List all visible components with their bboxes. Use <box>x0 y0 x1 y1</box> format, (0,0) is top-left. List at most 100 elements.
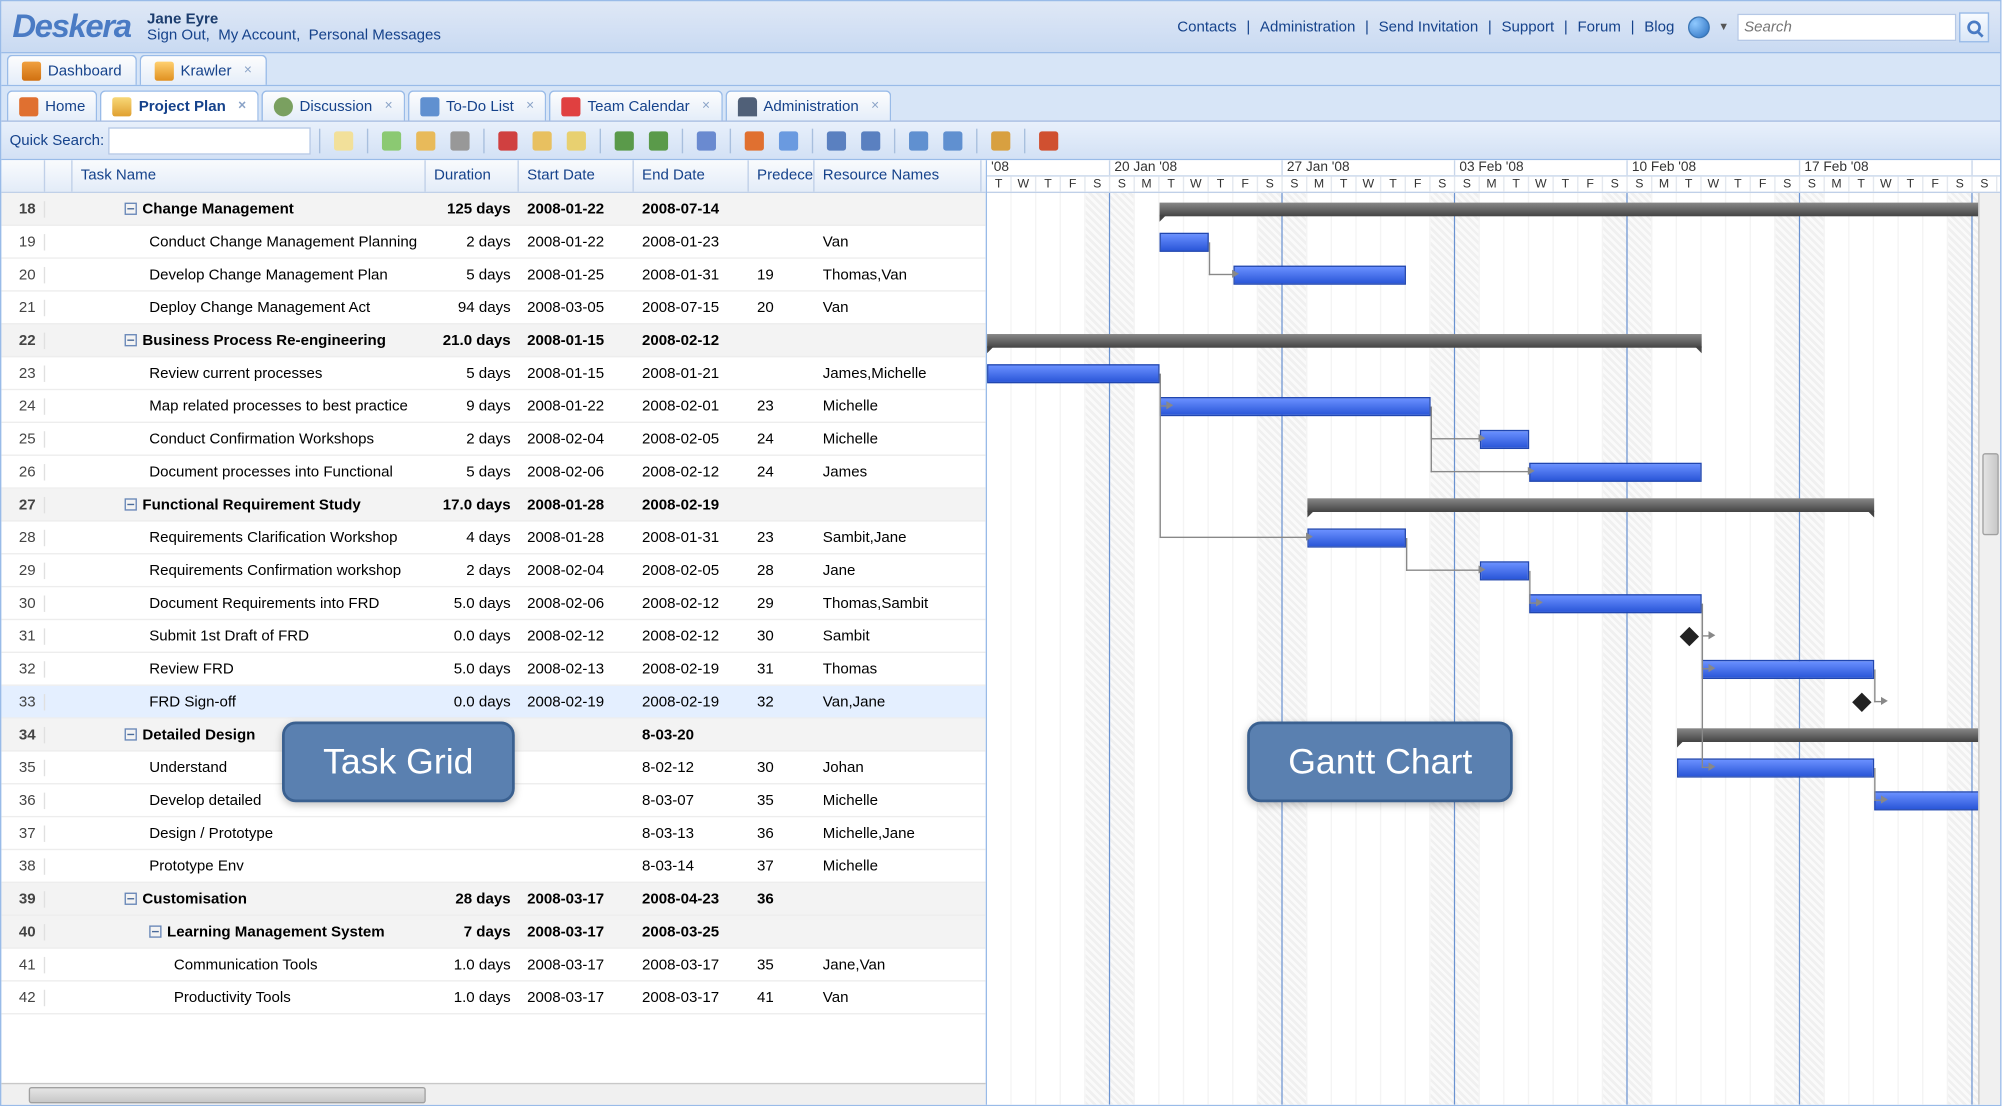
cell-resources[interactable]: Michelle <box>815 858 982 874</box>
close-icon[interactable]: × <box>702 99 710 114</box>
table-row[interactable]: 41Communication Tools1.0 days2008-03-172… <box>1 949 985 982</box>
cell-end-date[interactable]: 2008-03-25 <box>634 923 749 939</box>
cell-task-name[interactable]: Document Requirements into FRD <box>73 595 426 611</box>
cell-task-name[interactable]: FRD Sign-off <box>73 693 426 709</box>
cell-start-date[interactable]: 2008-01-28 <box>519 496 634 512</box>
table-row[interactable]: 27Functional Requirement Study17.0 days2… <box>1 489 985 522</box>
cell-resources[interactable]: Thomas,Sambit <box>815 595 982 611</box>
nav-send-invitation[interactable]: Send Invitation <box>1373 18 1484 34</box>
cell-end-date[interactable]: 8-03-20 <box>634 726 749 742</box>
gantt-task-bar[interactable] <box>1233 266 1405 285</box>
collapse-icon[interactable] <box>125 728 137 740</box>
close-icon[interactable]: × <box>385 99 393 114</box>
close-icon[interactable]: × <box>871 99 879 114</box>
tool-save[interactable] <box>904 125 934 155</box>
cell-resources[interactable]: Sambit <box>815 628 982 644</box>
cell-predecessors[interactable]: 29 <box>749 595 815 611</box>
cell-end-date[interactable]: 2008-03-17 <box>634 989 749 1005</box>
cell-end-date[interactable]: 2008-01-21 <box>634 365 749 381</box>
gantt-v-scrollbar[interactable] <box>1978 193 2000 1105</box>
cell-end-date[interactable]: 2008-02-01 <box>634 398 749 414</box>
cell-duration[interactable]: 94 days <box>426 299 519 315</box>
cell-start-date[interactable]: 2008-03-17 <box>519 891 634 907</box>
table-row[interactable]: 42Productivity Tools1.0 days2008-03-1720… <box>1 982 985 1015</box>
cell-start-date[interactable]: 2008-01-22 <box>519 233 634 249</box>
cell-predecessors[interactable]: 24 <box>749 463 815 479</box>
main-tab-dashboard[interactable]: Dashboard <box>7 55 137 85</box>
cell-resources[interactable]: Van <box>815 989 982 1005</box>
cell-end-date[interactable]: 8-03-07 <box>634 792 749 808</box>
tool-copy[interactable] <box>527 125 557 155</box>
cell-start-date[interactable]: 2008-02-19 <box>519 693 634 709</box>
col-index[interactable] <box>1 160 45 191</box>
cell-resources[interactable]: Thomas,Van <box>815 266 982 282</box>
cell-start-date[interactable]: 2008-01-15 <box>519 332 634 348</box>
table-row[interactable]: 26Document processes into Functional5 da… <box>1 456 985 489</box>
cell-task-name[interactable]: Develop Change Management Plan <box>73 266 426 282</box>
gantt-task-bar[interactable] <box>1160 233 1209 252</box>
gantt-body[interactable] <box>987 193 2000 1105</box>
cell-duration[interactable]: 5 days <box>426 266 519 282</box>
table-row[interactable]: 30Document Requirements into FRD5.0 days… <box>1 587 985 620</box>
gantt-task-bar[interactable] <box>1480 561 1529 580</box>
col-task-name[interactable]: Task Name <box>73 160 426 191</box>
cell-predecessors[interactable]: 23 <box>749 529 815 545</box>
col-duration[interactable]: Duration <box>426 160 519 191</box>
cell-start-date[interactable]: 2008-02-06 <box>519 595 634 611</box>
cell-task-name[interactable]: Conduct Confirmation Workshops <box>73 431 426 447</box>
cell-duration[interactable]: 17.0 days <box>426 496 519 512</box>
cell-predecessors[interactable]: 36 <box>749 891 815 907</box>
cell-predecessors[interactable]: 37 <box>749 858 815 874</box>
tool-undo[interactable] <box>609 125 639 155</box>
cell-start-date[interactable]: 2008-01-28 <box>519 529 634 545</box>
tool-clock2[interactable] <box>774 125 804 155</box>
cell-resources[interactable]: Michelle <box>815 792 982 808</box>
tool-saveas[interactable] <box>938 125 968 155</box>
table-row[interactable]: 32Review FRD5.0 days2008-02-132008-02-19… <box>1 653 985 686</box>
tool-chart[interactable] <box>691 125 721 155</box>
cell-task-name[interactable]: Change Management <box>73 201 426 217</box>
cell-duration[interactable]: 28 days <box>426 891 519 907</box>
gantt-task-bar[interactable] <box>1702 660 1874 679</box>
cell-predecessors[interactable]: 31 <box>749 661 815 677</box>
cell-predecessors[interactable]: 35 <box>749 956 815 972</box>
gantt-summary-bar[interactable] <box>1160 203 1998 217</box>
cell-duration[interactable]: 5 days <box>426 463 519 479</box>
cell-start-date[interactable]: 2008-03-17 <box>519 989 634 1005</box>
cell-task-name[interactable]: Review current processes <box>73 365 426 381</box>
tab-home[interactable]: Home <box>7 90 98 120</box>
cell-start-date[interactable]: 2008-02-04 <box>519 431 634 447</box>
cell-start-date[interactable]: 2008-01-15 <box>519 365 634 381</box>
cell-end-date[interactable]: 2008-02-19 <box>634 496 749 512</box>
cell-start-date[interactable]: 2008-02-06 <box>519 463 634 479</box>
my-account-link[interactable]: My Account <box>218 27 296 43</box>
tab-project-plan[interactable]: Project Plan× <box>100 90 258 120</box>
cell-predecessors[interactable]: 19 <box>749 266 815 282</box>
gantt-task-bar[interactable] <box>987 364 1159 383</box>
cell-resources[interactable]: Van <box>815 299 982 315</box>
cell-end-date[interactable]: 2008-02-12 <box>634 332 749 348</box>
collapse-icon[interactable] <box>125 498 137 510</box>
cell-duration[interactable]: 0.0 days <box>426 693 519 709</box>
cell-duration[interactable]: 4 days <box>426 529 519 545</box>
table-row[interactable]: 29Requirements Confirmation workshop2 da… <box>1 554 985 587</box>
gantt-milestone[interactable] <box>1680 627 1699 646</box>
cell-end-date[interactable]: 2008-02-05 <box>634 431 749 447</box>
cell-end-date[interactable]: 2008-02-19 <box>634 693 749 709</box>
gantt-milestone[interactable] <box>1852 693 1871 712</box>
tool-export[interactable] <box>411 125 441 155</box>
cell-end-date[interactable]: 2008-02-19 <box>634 661 749 677</box>
table-row[interactable]: 37Design / Prototype8-03-1336Michelle,Ja… <box>1 817 985 850</box>
tool-redo[interactable] <box>644 125 674 155</box>
cell-duration[interactable]: 125 days <box>426 201 519 217</box>
cell-duration[interactable]: 5.0 days <box>426 661 519 677</box>
cell-end-date[interactable]: 8-03-14 <box>634 858 749 874</box>
cell-predecessors[interactable]: 20 <box>749 299 815 315</box>
tab-todo[interactable]: To-Do List× <box>408 90 547 120</box>
cell-end-date[interactable]: 2008-01-23 <box>634 233 749 249</box>
cell-task-name[interactable]: Map related processes to best practice <box>73 398 426 414</box>
tab-team-calendar[interactable]: Team Calendar× <box>549 90 722 120</box>
grid-h-scrollbar[interactable] <box>1 1083 985 1105</box>
cell-resources[interactable]: Thomas <box>815 661 982 677</box>
tool-print[interactable] <box>986 125 1016 155</box>
